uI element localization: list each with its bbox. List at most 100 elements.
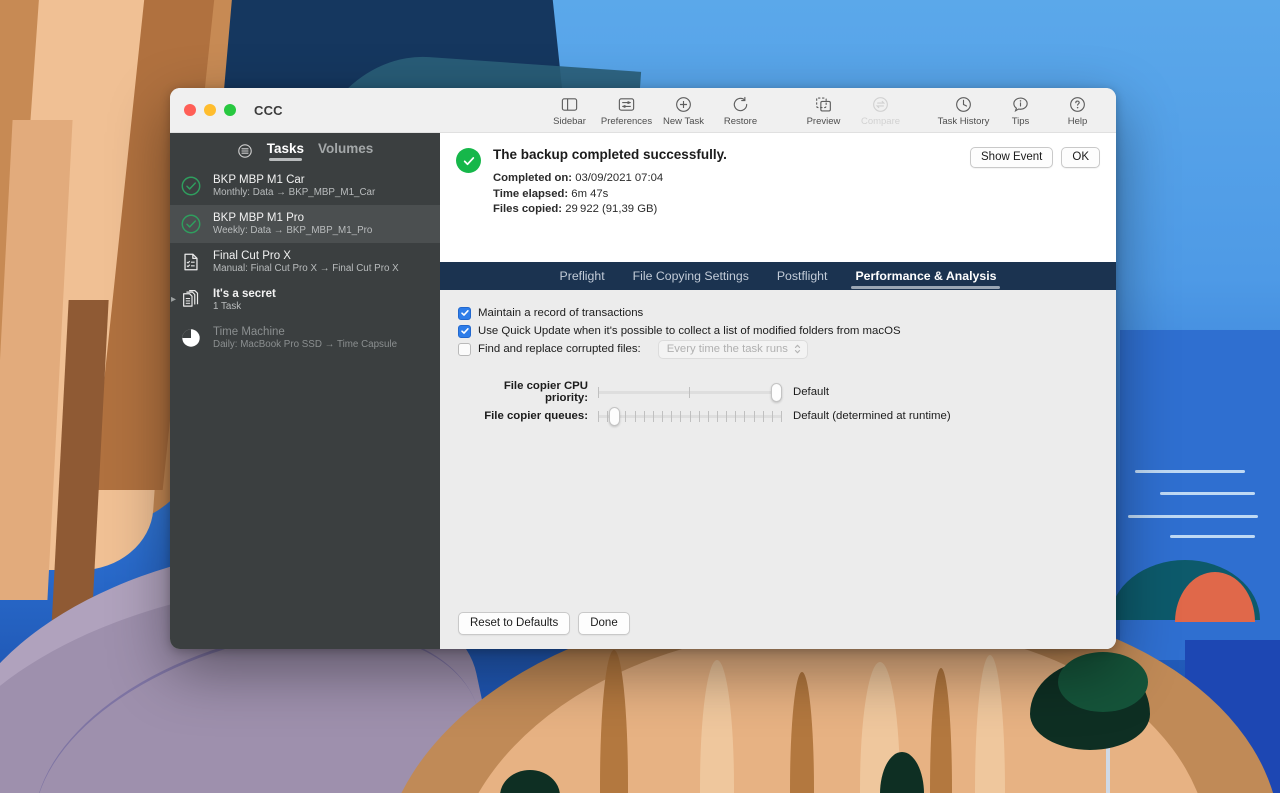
- wallpaper-wave: [1160, 492, 1255, 495]
- task-group-icon: [178, 287, 204, 313]
- slider-value: Default: [793, 386, 830, 398]
- toolbar-button-compare[interactable]: Compare: [852, 93, 909, 127]
- task-subtitle: Monthly: Data → BKP_MBP_M1_Car: [213, 187, 376, 198]
- hamburger-circle-icon[interactable]: [237, 143, 253, 159]
- desktop-wallpaper: CCC Sidebar Preferences New Task Restore…: [0, 0, 1280, 793]
- cpu-priority-slider[interactable]: [598, 381, 782, 403]
- preferences-icon: [617, 95, 636, 114]
- show-event-button[interactable]: Show Event: [970, 147, 1054, 168]
- toolbar-label: Sidebar: [553, 116, 586, 127]
- toolbar-button-sidebar[interactable]: Sidebar: [541, 93, 598, 127]
- chevron-right-icon[interactable]: ▸: [171, 295, 176, 305]
- slider-knob[interactable]: [609, 407, 620, 426]
- toolbar-label: Compare: [860, 116, 901, 127]
- up-down-caret-icon: [794, 343, 801, 355]
- tab-preflight[interactable]: Preflight: [546, 266, 619, 290]
- tab-file-copying-settings[interactable]: File Copying Settings: [619, 266, 763, 290]
- reset-to-defaults-button[interactable]: Reset to Defaults: [458, 612, 571, 635]
- pie-clock-icon: [178, 325, 204, 351]
- tab-postflight[interactable]: Postflight: [763, 266, 842, 290]
- check-circle-icon: [178, 173, 204, 199]
- wallpaper-wave: [1170, 535, 1255, 538]
- sidebar: Tasks Volumes BKP MBP M1 Car Monthly: Da…: [170, 133, 440, 649]
- status-title: The backup completed successfully.: [493, 147, 727, 162]
- sidebar-item-bkp-mbp-m1-car[interactable]: BKP MBP M1 Car Monthly: Data → BKP_MBP_M…: [170, 167, 440, 205]
- toolbar-items: Sidebar Preferences New Task Restore Pre…: [541, 93, 1116, 127]
- option-find-replace-corrupted-files[interactable]: Find and replace corrupted files: Every …: [458, 339, 1098, 359]
- option-maintain-record-of-transactions[interactable]: Maintain a record of transactions: [458, 304, 1098, 322]
- task-name: BKP MBP M1 Pro: [213, 212, 304, 224]
- detail-value: 03/09/2021 07:04: [575, 172, 664, 184]
- sidebar-item-final-cut-pro-x[interactable]: Final Cut Pro X Manual: Final Cut Pro X …: [170, 243, 440, 281]
- checkbox-unchecked-icon[interactable]: [458, 342, 471, 356]
- detail-label: Completed on:: [493, 172, 573, 184]
- status-buttons: Show Event OK: [970, 147, 1100, 218]
- toolbar-button-help[interactable]: Help: [1049, 93, 1106, 127]
- sidebar-tab-tasks[interactable]: Tasks: [267, 141, 304, 161]
- toolbar-button-preview[interactable]: Preview: [795, 93, 852, 127]
- slider-section: File copier CPU priority: Default File c…: [458, 380, 1098, 428]
- sidebar-item-bkp-mbp-m1-pro[interactable]: BKP MBP M1 Pro Weekly: Data → BKP_MBP_M1…: [170, 205, 440, 243]
- sidebar-item-time-machine[interactable]: Time Machine Daily: MacBook Pro SSD → Ti…: [170, 319, 440, 357]
- window-toolbar: CCC Sidebar Preferences New Task Restore…: [170, 88, 1116, 133]
- sidebar-tab-volumes[interactable]: Volumes: [318, 141, 373, 160]
- toolbar-label: Task History: [937, 116, 990, 127]
- toolbar-button-task-history[interactable]: Task History: [935, 93, 992, 127]
- toolbar-label: Preferences: [600, 116, 653, 127]
- slider-label: File copier CPU priority:: [503, 380, 588, 404]
- restore-icon: [731, 95, 750, 114]
- slider-ticks: [598, 411, 782, 422]
- tab-performance-and-analysis[interactable]: Performance & Analysis: [841, 266, 1010, 290]
- detail-value: 6m 47s: [571, 187, 609, 200]
- success-check-icon: [456, 148, 481, 173]
- ok-button[interactable]: OK: [1061, 147, 1100, 168]
- task-name: Time Machine: [213, 326, 285, 338]
- status-detail-files-copied: Files copied: 29 922 (91,39 GB): [493, 202, 958, 218]
- toolbar-button-restore[interactable]: Restore: [712, 93, 769, 127]
- task-subtitle: 1 Task: [213, 301, 242, 312]
- sidebar-task-list: BKP MBP M1 Car Monthly: Data → BKP_MBP_M…: [170, 167, 440, 357]
- toolbar-label: Help: [1067, 116, 1088, 127]
- task-name: Final Cut Pro X: [213, 250, 291, 262]
- tips-info-icon: [1011, 95, 1030, 114]
- wallpaper-tree-canopy-highlight: [1058, 652, 1148, 712]
- wallpaper-wave: [1135, 470, 1245, 473]
- settings-tab-bar: Preflight File Copying Settings Postflig…: [440, 262, 1116, 290]
- toolbar-button-new-task[interactable]: New Task: [655, 93, 712, 127]
- compare-icon: [871, 95, 890, 114]
- checkbox-checked-icon[interactable]: [458, 324, 471, 338]
- ccc-app-window: CCC Sidebar Preferences New Task Restore…: [170, 88, 1116, 649]
- window-title: CCC: [254, 102, 283, 118]
- maximize-button[interactable]: [224, 104, 236, 116]
- detail-label: Time elapsed:: [493, 187, 569, 200]
- toolbar-button-preferences[interactable]: Preferences: [598, 93, 655, 127]
- checkbox-checked-icon[interactable]: [458, 306, 471, 320]
- clock-icon: [954, 95, 973, 114]
- status-detail-time-elapsed: Time elapsed: 6m 47s: [493, 187, 958, 203]
- option-use-quick-update[interactable]: Use Quick Update when it's possible to c…: [458, 322, 1098, 340]
- close-button[interactable]: [184, 104, 196, 116]
- option-label: Use Quick Update when it's possible to c…: [478, 325, 901, 337]
- minimize-button[interactable]: [204, 104, 216, 116]
- corrupted-files-frequency-select[interactable]: Every time the task runs: [657, 339, 808, 359]
- task-name: BKP MBP M1 Car: [213, 174, 305, 186]
- slider-knob[interactable]: [771, 383, 782, 402]
- done-button[interactable]: Done: [578, 612, 630, 635]
- toolbar-button-tips[interactable]: Tips: [992, 93, 1049, 127]
- toolbar-label: Preview: [806, 116, 841, 127]
- option-label: Find and replace corrupted files:: [478, 343, 641, 355]
- content-area: The backup completed successfully. Compl…: [440, 133, 1116, 649]
- option-label: Maintain a record of transactions: [478, 307, 644, 319]
- question-circle-icon: [1068, 95, 1087, 114]
- slider-row-cpu-priority: File copier CPU priority: Default: [458, 380, 1098, 404]
- task-subtitle: Daily: MacBook Pro SSD → Time Capsule: [213, 339, 398, 350]
- sidebar-item-its-a-secret[interactable]: ▸ It's a secret 1 Task: [170, 281, 440, 319]
- file-copier-queues-slider[interactable]: [598, 405, 782, 427]
- task-subtitle: Weekly: Data → BKP_MBP_M1_Pro: [213, 225, 373, 236]
- task-subtitle: Manual: Final Cut Pro X → Final Cut Pro …: [213, 263, 399, 274]
- status-detail-completed-on: Completed on: 03/09/2021 07:04: [493, 171, 958, 187]
- detail-value: 29 922 (91,39 GB): [565, 203, 658, 216]
- preview-icon: [814, 95, 833, 114]
- toolbar-label: Restore: [723, 116, 758, 127]
- task-document-icon: [178, 249, 204, 275]
